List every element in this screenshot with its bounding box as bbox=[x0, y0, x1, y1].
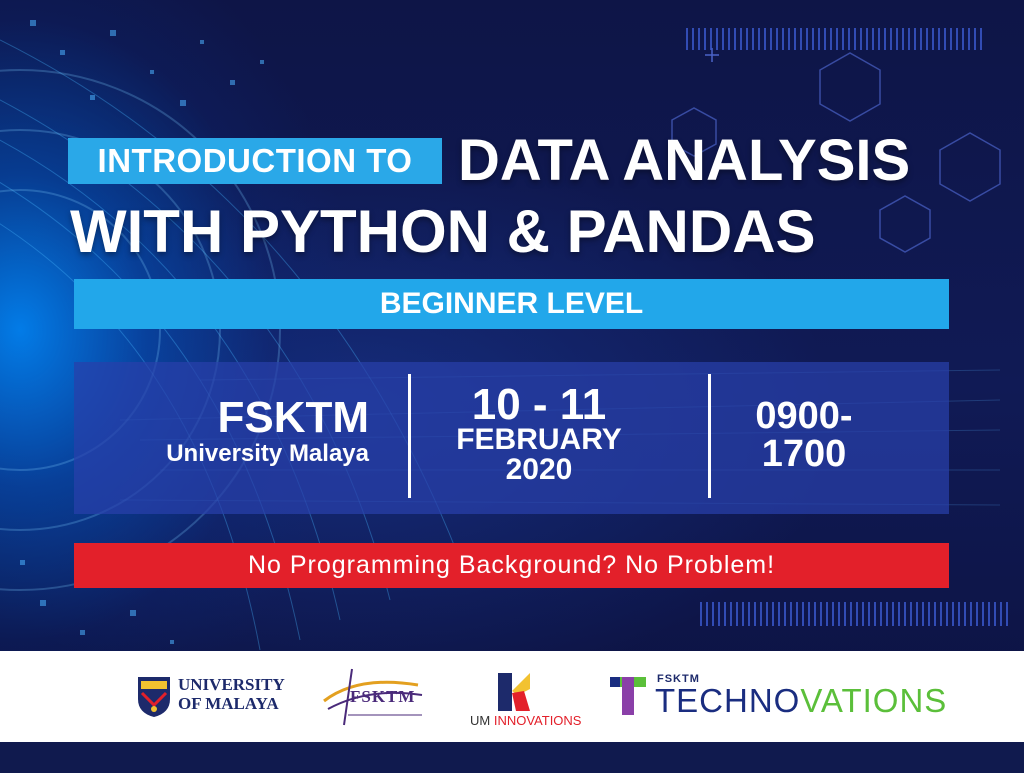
umi-accent: INNOVATIONS bbox=[493, 713, 582, 728]
fsktm-logo-text: FSKTM bbox=[350, 687, 416, 706]
level-banner: BEGINNER LEVEL bbox=[74, 279, 949, 329]
um-logo-text: UNIVERSITY OF MALAYA bbox=[178, 675, 285, 713]
footer-strip bbox=[0, 742, 1024, 773]
techno-part-1: TECHNO bbox=[655, 682, 801, 719]
title-line-2: WITH PYTHON & PANDAS bbox=[70, 198, 816, 265]
info-divider bbox=[708, 374, 711, 498]
event-poster: INTRODUCTION TO DATA ANALYSIS WITH PYTHO… bbox=[0, 0, 1024, 773]
intro-label: INTRODUCTION TO bbox=[97, 142, 413, 179]
um-innovations-text: UM INNOVATIONS bbox=[470, 713, 581, 728]
um-innovations-icon bbox=[498, 673, 530, 711]
intro-label-box: INTRODUCTION TO bbox=[68, 138, 442, 184]
sponsor-footer: UNIVERSITY OF MALAYA FSKTM UM INNOVATION… bbox=[0, 651, 1024, 742]
info-divider bbox=[408, 374, 411, 498]
um-logo-line-1: UNIVERSITY bbox=[178, 675, 285, 694]
date-days: 10 - 11 bbox=[471, 380, 607, 429]
umi-prefix: UM bbox=[470, 713, 494, 728]
techno-part-2: VATIONS bbox=[800, 682, 948, 719]
time-end: 1700 bbox=[761, 433, 847, 475]
tagline-text: No Programming Background? No Problem! bbox=[247, 551, 776, 579]
date-year: 2020 bbox=[505, 453, 573, 486]
venue-name: FSKTM bbox=[217, 393, 369, 442]
time-start: 0900- bbox=[755, 395, 853, 437]
event-info-panel: FSKTM University Malaya 10 - 11 FEBRUARY… bbox=[74, 362, 949, 514]
um-crest-icon bbox=[138, 677, 170, 717]
date-month: FEBRUARY bbox=[456, 423, 622, 456]
title-line-1: DATA ANALYSIS bbox=[458, 128, 911, 193]
technovations-t-icon bbox=[610, 677, 646, 715]
tagline-banner: No Programming Background? No Problem! bbox=[74, 543, 949, 588]
technovations-text: TECHNOVATIONS bbox=[655, 681, 947, 721]
venue-university: University Malaya bbox=[166, 440, 369, 467]
level-text: BEGINNER LEVEL bbox=[379, 287, 644, 320]
um-logo-line-2: OF MALAYA bbox=[178, 694, 279, 713]
